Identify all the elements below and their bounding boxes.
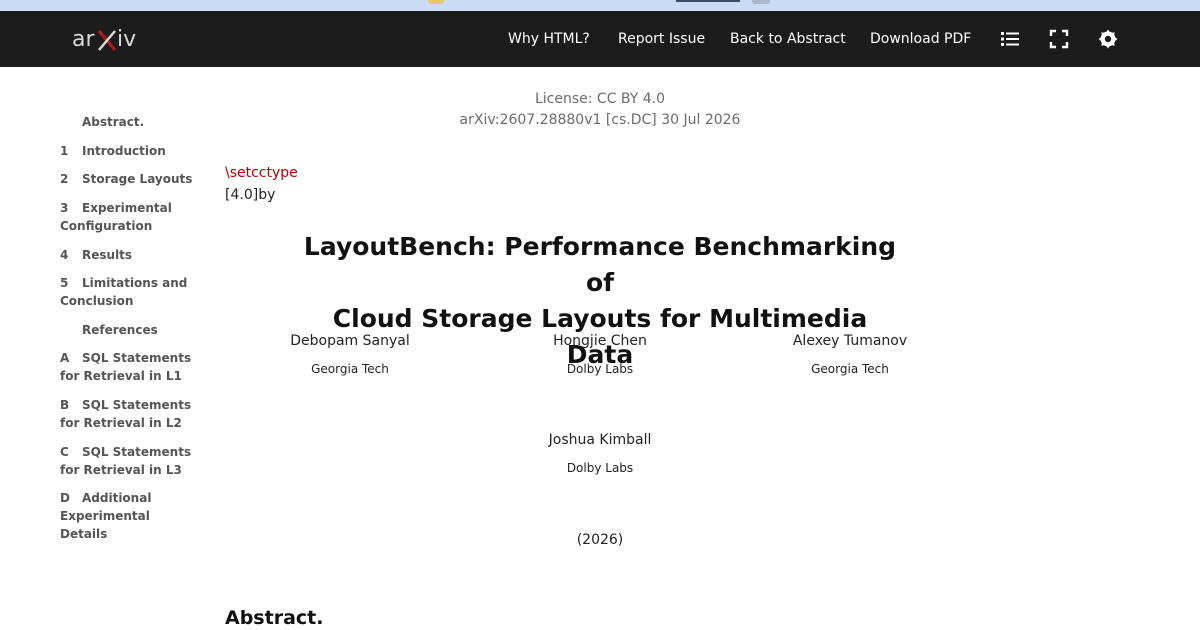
author-block: Hongjie Chen Dolby Labs (490, 332, 710, 377)
toc-item-label: Storage Layouts (82, 172, 193, 186)
toc-item-number: 2 (60, 172, 69, 186)
abstract-heading: Abstract. (225, 607, 324, 629)
toc-item-number: D (60, 491, 70, 505)
toc-item-limitations-and-conclusion[interactable]: 5 Limitations and Conclusion (60, 274, 200, 310)
latex-command-text: \setcctype (225, 165, 298, 181)
toc-item-label: Abstract. (82, 115, 145, 129)
author-block: Debopam Sanyal Georgia Tech (240, 332, 460, 377)
close-icon (752, 0, 770, 4)
toc-item-label: Introduction (82, 144, 166, 158)
paper-title-line: LayoutBench: Performance Benchmarking of (303, 232, 897, 297)
author-block: Joshua Kimball Dolby Labs (490, 431, 710, 476)
author-name: Alexey Tumanov (792, 333, 908, 349)
author-name: Hongjie Chen (553, 333, 647, 349)
download-pdf-link[interactable]: Download PDF (870, 30, 971, 48)
toc-item-number: 4 (60, 248, 69, 262)
svg-text:iv: iv (117, 27, 136, 52)
why-html-link[interactable]: Why HTML? (508, 30, 590, 48)
author-block: Alexey Tumanov Georgia Tech (740, 332, 960, 377)
publication-year: (2026) (576, 532, 624, 548)
toc-item-appendix-b[interactable]: B SQL Statements for Retrieval in L2 (60, 396, 200, 432)
toc-item-storage-layouts[interactable]: 2 Storage Layouts (60, 170, 200, 188)
toc-item-number: A (60, 351, 70, 365)
toc-item-number: C (60, 445, 69, 459)
notification-icon (428, 0, 444, 4)
author-affiliation: Georgia Tech (811, 362, 889, 376)
author-affiliation: Dolby Labs (566, 362, 634, 376)
arxiv-identifier: arXiv:2607.28880v1 [cs.DC] 30 Jul 2026 (459, 112, 741, 128)
toc-item-number: 3 (60, 201, 69, 215)
toc-item-appendix-c[interactable]: C SQL Statements for Retrieval in L3 (60, 443, 200, 479)
toc-item-label: Results (82, 248, 133, 262)
author-affiliation: Dolby Labs (566, 461, 634, 475)
author-name: Debopam Sanyal (290, 333, 410, 349)
toc-item-number: 5 (60, 276, 69, 290)
license-text: License: CC BY 4.0 (534, 91, 666, 107)
browser-top-strip (0, 0, 1200, 11)
toc-item-appendix-d[interactable]: D Additional Experimental Details (60, 489, 200, 543)
latex-argument-text: [4.0]by (225, 187, 276, 203)
theme-toggle-icon[interactable] (1097, 28, 1119, 50)
author-name: Joshua Kimball (548, 432, 652, 448)
toc-item-number: B (60, 398, 70, 412)
underlined-link-fragment (676, 0, 740, 2)
toc-item-experimental-configuration[interactable]: 3 Experimental Configuration (60, 199, 200, 235)
toc-item-introduction[interactable]: 1 Introduction (60, 142, 200, 160)
top-navbar: ar iv Why HTML? Report Issue Back to Abs… (0, 11, 1200, 67)
toc-item-abstract[interactable]: Abstract. (60, 113, 200, 131)
toc-item-label: References (82, 323, 158, 337)
svg-text:ar: ar (72, 27, 95, 52)
toc-item-appendix-a[interactable]: A SQL Statements for Retrieval in L1 (60, 349, 200, 385)
list-icon[interactable] (999, 28, 1021, 50)
toc-item-results[interactable]: 4 Results (60, 246, 200, 264)
toc-item-number: 1 (60, 144, 69, 158)
back-to-abstract-link[interactable]: Back to Abstract (730, 30, 846, 48)
fullscreen-icon[interactable] (1048, 28, 1070, 50)
toc-item-references[interactable]: References (60, 321, 200, 339)
arxiv-logo[interactable]: ar iv (72, 25, 144, 53)
report-issue-link[interactable]: Report Issue (618, 30, 705, 48)
author-affiliation: Georgia Tech (311, 362, 389, 376)
